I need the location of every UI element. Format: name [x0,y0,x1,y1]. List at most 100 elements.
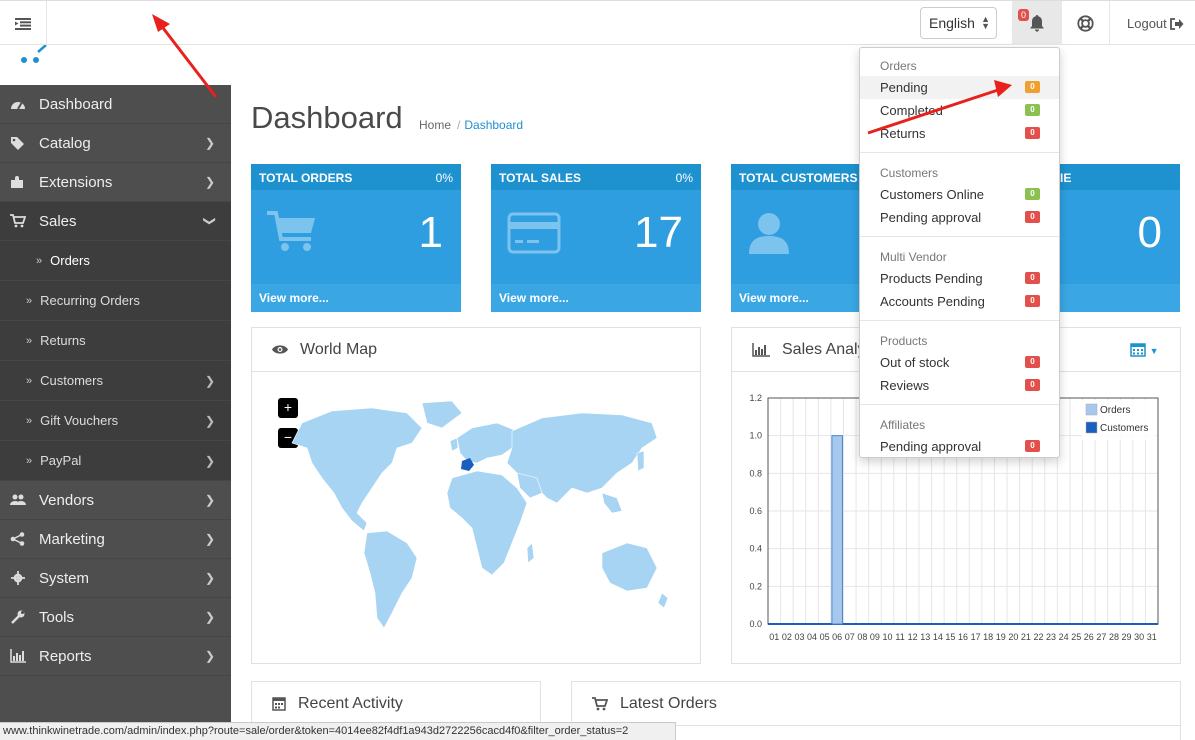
sidebar-item-catalog[interactable]: Catalog ❯ [0,124,231,163]
cart-icon [592,696,608,710]
sidebar-subitem-label: PayPal [40,453,82,468]
x-tick-label: 29 [1122,632,1132,642]
x-tick-label: 19 [996,632,1006,642]
sidebar-subitem-customers[interactable]: » Customers ❯ [0,361,231,401]
legend-swatch [1085,403,1098,416]
panel-heading: World Map [252,328,700,372]
dropdown-item-out-of-stock[interactable]: Out of stock 0 [860,351,1059,374]
dropdown-item-customers-online[interactable]: Customers Online 0 [860,183,1059,206]
life-ring-icon [1077,14,1094,32]
sidebar-item-reports[interactable]: Reports ❯ [0,637,231,676]
menu-toggle-button[interactable] [0,1,47,46]
sidebar-item-dashboard[interactable]: Dashboard [0,85,231,124]
sidebar: Dashboard Catalog ❯ Extensions ❯ Sales ❯… [0,85,231,740]
dropdown-item-customers-pending-approval[interactable]: Pending approval 0 [860,206,1059,229]
credit-card-icon [507,212,561,254]
x-tick-label: 04 [807,632,817,642]
sidebar-subitem-orders[interactable]: » Orders [0,241,231,281]
gear-icon [10,571,26,585]
count-badge: 0 [1025,188,1040,200]
bar-chart-icon [10,649,26,663]
dropdown-item-accounts-pending[interactable]: Accounts Pending 0 [860,290,1059,313]
count-badge: 0 [1025,81,1040,93]
date-range-dropdown[interactable]: ▼ [1130,342,1159,360]
dropdown-divider [860,152,1059,153]
x-tick-label: 09 [870,632,880,642]
dropdown-item-orders-returns[interactable]: Returns 0 [860,122,1059,145]
sidebar-item-label: Reports [39,647,92,665]
tile-view-more-link[interactable]: View more... [251,284,461,312]
x-tick-label: 22 [1033,632,1043,642]
puzzle-icon [10,175,26,189]
x-tick-label: 02 [782,632,792,642]
dropdown-divider [860,236,1059,237]
tile-header: TOTAL SALES 0% [491,164,701,190]
dropdown-item-affiliates-pending-approval[interactable]: Pending approval 0 [860,435,1059,458]
dropdown-section-header: Products [880,334,928,348]
panel-title: Latest Orders [620,694,717,712]
dropdown-item-orders-completed[interactable]: Completed 0 [860,99,1059,122]
panel-heading: Recent Activity [252,682,540,726]
world-map[interactable] [272,393,672,633]
x-tick-label: 05 [820,632,830,642]
dropdown-section-header: Affiliates [880,418,926,432]
notifications-button[interactable] [1012,1,1062,45]
dropdown-item-label: Returns [880,126,926,141]
dropdown-item-label: Accounts Pending [880,294,985,309]
logout-link[interactable]: Logout [1127,16,1184,31]
x-tick-label: 25 [1071,632,1081,642]
x-tick-label: 06 [832,632,842,642]
list-menu-icon [15,17,31,30]
breadcrumb-current-link[interactable]: Dashboard [464,118,523,132]
user-icon [749,213,789,254]
sidebar-subitem-gift-vouchers[interactable]: » Gift Vouchers ❯ [0,401,231,441]
x-tick-label: 08 [857,632,867,642]
browser-status-bar: www.thinkwinetrade.com/admin/index.php?r… [0,722,676,740]
x-tick-label: 01 [769,632,779,642]
dropdown-item-label: Pending approval [880,439,982,454]
sidebar-item-sales[interactable]: Sales ❯ [0,202,231,241]
chevron-right-icon: ❯ [204,374,215,388]
sidebar-item-tools[interactable]: Tools ❯ [0,598,231,637]
chevron-right-icon: ❯ [204,175,215,189]
dropdown-item-orders-pending[interactable]: Pending 0 [860,76,1059,99]
x-tick-label: 20 [1008,632,1018,642]
breadcrumb-home-link[interactable]: Home [419,118,451,132]
tile-view-more-link[interactable]: View more... [491,284,701,312]
y-tick-label: 0.8 [749,468,762,478]
y-tick-label: 0.6 [749,506,762,516]
sidebar-item-system[interactable]: System ❯ [0,559,231,598]
tile-title: TOTAL CUSTOMERS [739,171,858,185]
sidebar-subitem-recurring-orders[interactable]: » Recurring Orders [0,281,231,321]
count-badge: 0 [1025,104,1040,116]
sidebar-item-vendors[interactable]: Vendors ❯ [0,481,231,520]
total-orders-tile: TOTAL ORDERS 0% 1 View more... [251,164,461,312]
dropdown-item-label: Reviews [880,378,930,393]
sidebar-subitem-paypal[interactable]: » PayPal ❯ [0,441,231,481]
double-angle-right-icon: » [26,374,33,387]
help-button[interactable] [1062,1,1110,45]
dropdown-section-header: Multi Vendor [880,250,947,264]
count-badge: 0 [1025,356,1040,368]
sidebar-item-label: System [39,569,90,587]
count-badge: 0 [1025,211,1040,223]
dropdown-item-products-pending[interactable]: Products Pending 0 [860,267,1059,290]
tile-title: TOTAL SALES [499,171,582,185]
dropdown-item-label: Customers Online [880,187,985,202]
legend-label: Customers [1100,423,1148,434]
tile-value: 17 [634,208,683,257]
sidebar-item-extensions[interactable]: Extensions ❯ [0,163,231,202]
dropdown-item-label: Products Pending [880,271,983,286]
sidebar-item-marketing[interactable]: Marketing ❯ [0,520,231,559]
tile-value: 1 [418,208,443,257]
avatar-fragment-icon [21,45,47,63]
x-tick-label: 23 [1046,632,1056,642]
dropdown-section-header: Customers [880,166,939,180]
x-tick-label: 26 [1084,632,1094,642]
language-select[interactable]: English ▲ ▼ [920,7,997,39]
sidebar-subitem-returns[interactable]: » Returns [0,321,231,361]
sign-out-icon [1169,17,1184,30]
bar-orders [831,435,843,625]
chevron-right-icon: ❯ [204,454,215,468]
dropdown-item-reviews[interactable]: Reviews 0 [860,374,1059,397]
